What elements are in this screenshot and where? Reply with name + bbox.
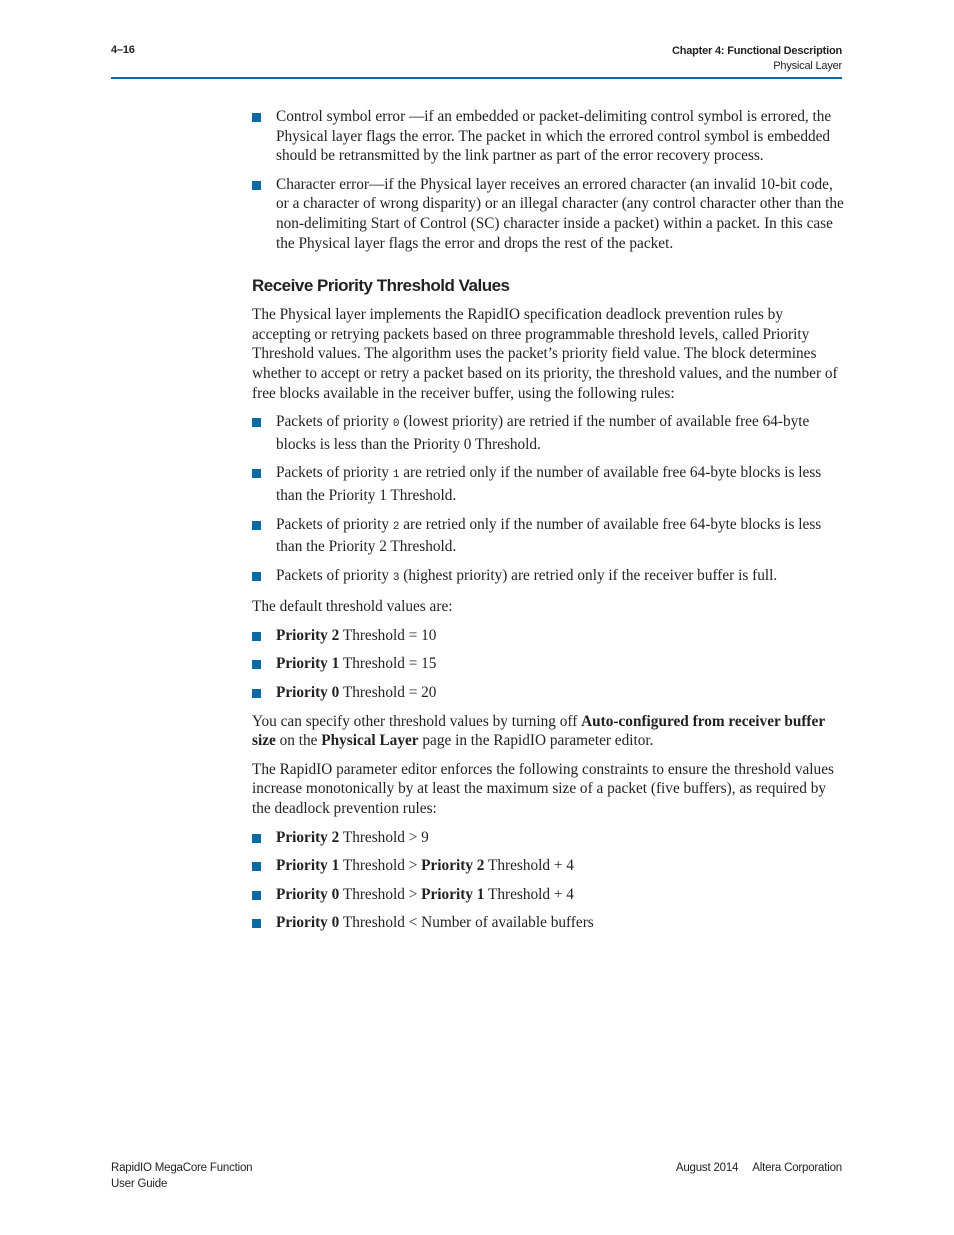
bullet-square-icon bbox=[252, 862, 261, 872]
rule-text: (highest priority) are retried only if t… bbox=[399, 566, 778, 584]
constraint-item: Priority 2 Threshold > 9 bbox=[252, 828, 844, 848]
constraint-item: Priority 0 Threshold < Number of availab… bbox=[252, 913, 844, 933]
constraints-intro: The RapidIO parameter editor enforces th… bbox=[252, 760, 834, 818]
bullet-text: Control symbol error —if an embedded or … bbox=[276, 108, 832, 165]
priority-label: Priority 2 bbox=[421, 857, 485, 875]
footer-title: RapidIO MegaCore Function User Guide bbox=[111, 1160, 253, 1192]
rule-item: Packets of priority 0 (lowest priority) … bbox=[252, 412, 844, 454]
page-number: 4–16 bbox=[111, 44, 135, 56]
priority-label: Priority 2 bbox=[276, 828, 340, 846]
priority-label: Priority 0 bbox=[276, 914, 340, 932]
rule-item: Packets of priority 1 are retried only i… bbox=[252, 463, 844, 505]
default-item: Priority 1 Threshold = 15 bbox=[252, 654, 844, 674]
text: Threshold > 9 bbox=[339, 828, 429, 846]
bullet-square-icon bbox=[252, 660, 261, 670]
bullet-square-icon bbox=[252, 919, 261, 929]
footer-meta: August 2014 Altera Corporation bbox=[676, 1160, 842, 1176]
rule-text: Packets of priority bbox=[276, 464, 393, 482]
priority-label: Priority 0 bbox=[276, 885, 340, 903]
threshold-value: Threshold = 20 bbox=[339, 684, 437, 702]
company-name: Altera Corporation bbox=[752, 1162, 842, 1174]
text: Threshold + 4 bbox=[484, 857, 574, 875]
section-heading: Receive Priority Threshold Values bbox=[252, 276, 510, 296]
text: Threshold < Number of available buffers bbox=[339, 914, 594, 932]
text: You can specify other threshold values b… bbox=[252, 712, 582, 730]
specify-paragraph: You can specify other threshold values b… bbox=[252, 712, 844, 751]
chapter-title: Chapter 4: Functional Description bbox=[671, 45, 842, 57]
bullet-square-icon bbox=[252, 833, 261, 843]
bullet-item: Character error—if the Physical layer re… bbox=[252, 175, 844, 253]
constraint-item: Priority 0 Threshold > Priority 1 Thresh… bbox=[252, 885, 844, 905]
bullet-square-icon bbox=[252, 418, 261, 428]
rule-text: Packets of priority bbox=[276, 515, 393, 533]
bullet-square-icon bbox=[252, 631, 261, 641]
intro-paragraph: The Physical layer implements the RapidI… bbox=[252, 306, 838, 402]
text: Threshold > bbox=[339, 857, 422, 875]
text: page in the RapidIO parameter editor. bbox=[418, 732, 654, 750]
bullet-item: Control symbol error —if an embedded or … bbox=[252, 107, 844, 166]
rule-item: Packets of priority 3 (highest priority)… bbox=[252, 566, 844, 589]
priority-label: Priority 0 bbox=[276, 684, 340, 702]
bullet-square-icon bbox=[252, 890, 261, 900]
threshold-value: Threshold = 15 bbox=[339, 655, 437, 673]
constraint-item: Priority 1 Threshold > Priority 2 Thresh… bbox=[252, 856, 844, 876]
doc-subtitle: User Guide bbox=[111, 1178, 168, 1190]
bullet-square-icon bbox=[252, 113, 261, 122]
pub-date: August 2014 bbox=[675, 1162, 739, 1174]
threshold-value: Threshold = 10 bbox=[339, 626, 437, 644]
priority-label: Priority 1 bbox=[421, 885, 485, 903]
priority-label: Priority 1 bbox=[276, 655, 340, 673]
section-title: Physical Layer bbox=[773, 60, 842, 72]
priority-label: Priority 2 bbox=[276, 626, 340, 644]
bullet-square-icon bbox=[252, 689, 261, 699]
text: on the bbox=[275, 732, 322, 750]
running-header: Chapter 4: Functional Description Physic… bbox=[672, 44, 842, 74]
bullet-text: Character error—if the Physical layer re… bbox=[276, 175, 844, 252]
default-item: Priority 2 Threshold = 10 bbox=[252, 626, 844, 646]
bullet-square-icon bbox=[252, 571, 261, 581]
rule-item: Packets of priority 2 are retried only i… bbox=[252, 515, 844, 557]
rule-text: Packets of priority bbox=[276, 413, 393, 431]
default-item: Priority 0 Threshold = 20 bbox=[252, 683, 844, 703]
defaults-intro: The default threshold values are: bbox=[252, 598, 453, 616]
doc-title: RapidIO MegaCore Function bbox=[111, 1162, 253, 1174]
page-name: Physical Layer bbox=[321, 732, 419, 750]
text: Threshold > bbox=[339, 885, 422, 903]
priority-label: Priority 1 bbox=[276, 857, 340, 875]
bullet-square-icon bbox=[252, 469, 261, 479]
page-body: Control symbol error —if an embedded or … bbox=[252, 107, 844, 942]
bullet-square-icon bbox=[252, 180, 261, 190]
bullet-square-icon bbox=[252, 520, 261, 530]
rule-text: Packets of priority bbox=[276, 566, 393, 584]
header-rule bbox=[111, 77, 842, 79]
text: Threshold + 4 bbox=[484, 885, 574, 903]
